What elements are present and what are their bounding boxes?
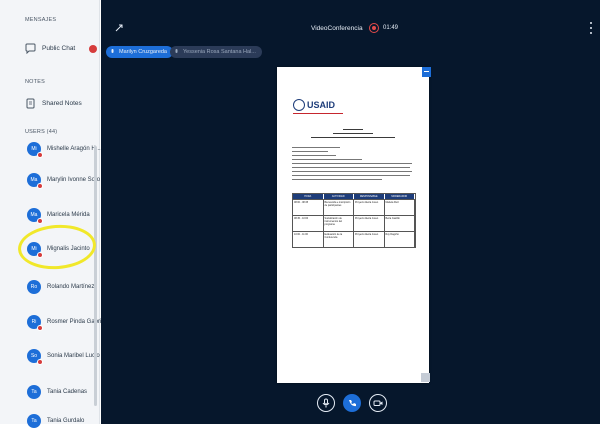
doc-heading-line — [333, 133, 373, 134]
recording-time: 01:49 — [383, 25, 399, 31]
doc-text-line — [292, 151, 328, 152]
user-name: Maricela Mérida — [47, 212, 90, 218]
table-row: 08:00 - 08:45 Bienvenida e inscripción d… — [293, 199, 415, 215]
presentation-slide: USAID HORA ACTIVIDAD RESPONSABLE MODERAD… — [277, 67, 431, 383]
doc-text-line — [292, 175, 410, 176]
avatar: Ro — [27, 280, 41, 294]
meeting-title: VideoConferencia — [311, 25, 363, 32]
user-name: Rosmer Pinda Gabriel — [47, 319, 107, 325]
leave-audio-button[interactable] — [343, 394, 361, 412]
user-name: Sonia Maribel Lucio — [47, 353, 100, 359]
notes-section-label: NOTES — [25, 79, 45, 85]
user-item[interactable]: Ma Maricela Mérida — [27, 208, 90, 224]
user-list-scrollbar[interactable] — [94, 146, 97, 406]
microphone-icon — [111, 49, 114, 53]
talking-indicator-idle[interactable]: Yessenia Rosa Santana Hal... — [170, 46, 262, 58]
doc-text-line — [292, 179, 382, 180]
muted-mic-icon — [37, 325, 43, 331]
user-name: Rolando Martínez — [47, 284, 95, 290]
user-item[interactable]: Mi Mishelle Aragón H... — [27, 142, 101, 158]
avatar: Ma — [27, 173, 43, 189]
share-webcam-button[interactable] — [369, 394, 387, 412]
user-item[interactable]: Ta Tania Gurdalo — [27, 414, 84, 428]
table-row: 08:45 - 10:00 Socialización de instrumen… — [293, 215, 415, 231]
avatar: Ta — [27, 385, 41, 399]
avatar: Mi — [27, 142, 43, 158]
doc-text-line — [292, 171, 412, 172]
logo-underline — [293, 113, 343, 114]
connection-status-icon[interactable] — [114, 23, 124, 33]
notes-icon — [25, 98, 36, 109]
usaid-logo: USAID — [293, 99, 335, 111]
doc-text-line — [292, 167, 410, 168]
table-header: HORA ACTIVIDAD RESPONSABLE MODERADOR — [293, 194, 415, 199]
user-name: Tania Cadenas — [47, 389, 88, 395]
options-menu-icon[interactable] — [590, 22, 593, 34]
public-chat-item[interactable]: Public Chat — [25, 43, 75, 54]
muted-mic-icon — [37, 183, 43, 189]
avatar: So — [27, 349, 43, 365]
presentation-area: VideoConferencia 01:49 Marilyn Cruzgared… — [101, 0, 600, 424]
public-chat-label: Public Chat — [42, 45, 76, 52]
doc-text-line — [292, 159, 362, 160]
shared-notes-label: Shared Notes — [42, 100, 82, 107]
user-item[interactable]: Ta Tania Cadenas — [27, 385, 87, 399]
phone-icon — [349, 400, 356, 407]
user-name: Marylin Ivonne Soto — [47, 177, 101, 183]
unread-badge — [89, 45, 97, 53]
table-row: 10:00 - 11:00 Evaluación de la Conferenc… — [293, 231, 415, 247]
doc-heading-line — [343, 129, 363, 130]
doc-text-line — [292, 147, 340, 148]
user-list-panel: MENSAJES Public Chat NOTES Shared Notes … — [0, 0, 106, 428]
avatar: Ma — [27, 208, 43, 224]
app-window: MENSAJES Public Chat NOTES Shared Notes … — [0, 0, 600, 428]
seal-icon — [293, 99, 305, 111]
user-item[interactable]: So Sonia Maribel Lucio — [27, 349, 100, 365]
talking-indicator-active[interactable]: Marilyn Cruzgareda — [106, 46, 173, 58]
doc-text-line — [292, 155, 336, 156]
schedule-table: HORA ACTIVIDAD RESPONSABLE MODERADOR 08:… — [292, 193, 416, 248]
fullscreen-button[interactable] — [421, 373, 430, 382]
avatar: Ta — [27, 414, 41, 428]
messages-section-label: MENSAJES — [25, 17, 57, 23]
muted-mic-icon — [37, 218, 43, 224]
minimize-presentation-button[interactable] — [422, 67, 431, 77]
user-name: Mishelle Aragón H... — [47, 146, 101, 152]
microphone-button[interactable] — [317, 394, 335, 412]
doc-text-line — [292, 163, 412, 164]
shared-notes-item[interactable]: Shared Notes — [25, 98, 82, 109]
doc-heading-line — [311, 137, 395, 138]
muted-mic-icon — [37, 152, 43, 158]
camera-icon — [373, 400, 383, 406]
recording-indicator-icon[interactable] — [369, 23, 379, 33]
microphone-icon — [175, 49, 178, 53]
user-name: Tania Gurdalo — [47, 418, 85, 424]
highlight-annotation — [16, 222, 98, 272]
chat-icon — [25, 43, 36, 54]
avatar: Ri — [27, 315, 43, 331]
microphone-icon — [322, 398, 330, 408]
muted-mic-icon — [37, 359, 43, 365]
user-item[interactable]: Ma Marylin Ivonne Soto — [27, 173, 101, 189]
user-item[interactable]: Ro Rolando Martínez — [27, 280, 94, 294]
users-section-label: USERS (44) — [25, 129, 58, 135]
